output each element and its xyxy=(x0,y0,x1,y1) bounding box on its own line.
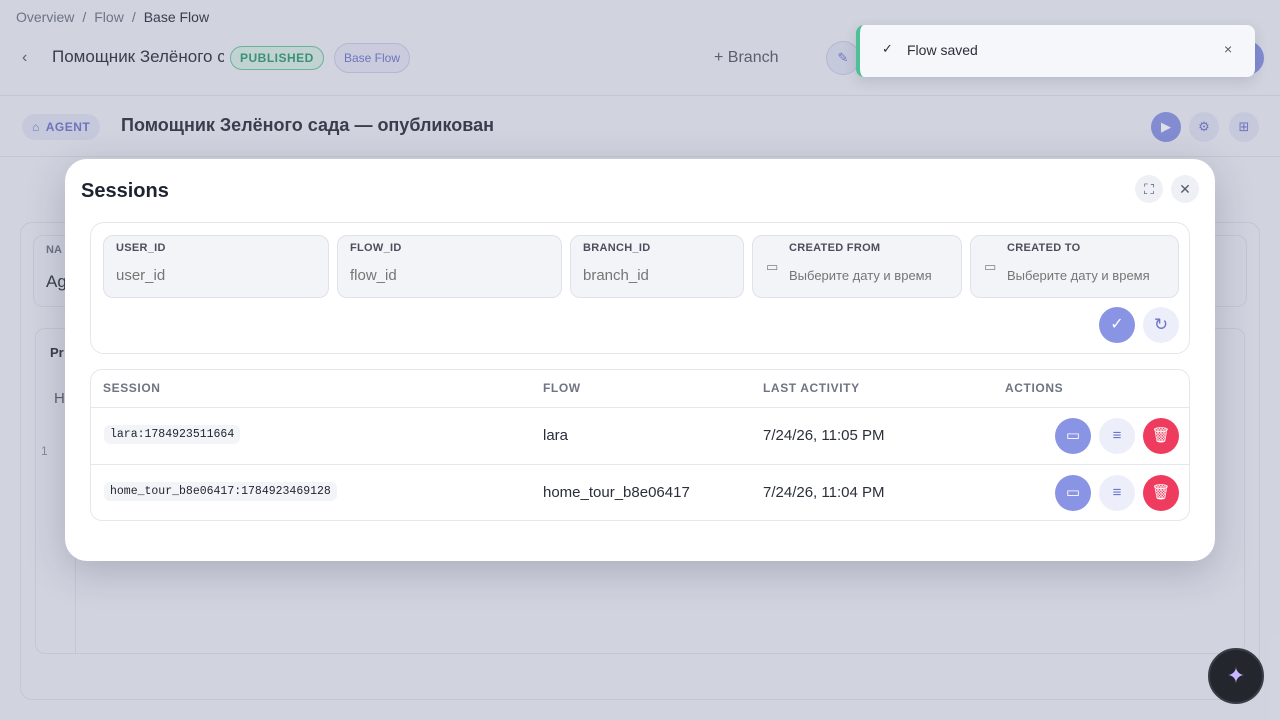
reset-filter-button[interactable]: ↻ xyxy=(1143,307,1179,343)
created-to-label: CREATED TO xyxy=(1007,242,1081,254)
created-to-input[interactable] xyxy=(1007,268,1181,283)
column-header-actions: ACTIONS xyxy=(1005,381,1064,395)
apply-filter-button[interactable]: ✓ xyxy=(1099,307,1135,343)
close-icon[interactable]: ✕ xyxy=(1171,175,1199,203)
flow-cell: home_tour_b8e06417 xyxy=(543,484,690,501)
calendar-icon: ▭ xyxy=(766,259,779,274)
table-row: lara:1784923511664 lara 7/24/26, 11:05 P… xyxy=(91,408,1189,465)
branch-id-input[interactable] xyxy=(583,267,721,284)
filter-panel: USER_ID FLOW_ID BRANCH_ID CREATED FROM ▭… xyxy=(90,222,1190,354)
chat-button[interactable]: ▭ xyxy=(1055,475,1091,511)
user-id-label: USER_ID xyxy=(116,242,166,254)
delete-button[interactable]: 🗑 xyxy=(1143,475,1179,511)
toast-message: Flow saved xyxy=(907,42,978,58)
chat-button[interactable]: ▭ xyxy=(1055,418,1091,454)
last-activity-cell: 7/24/26, 11:04 PM xyxy=(763,484,885,501)
table-row: home_tour_b8e06417:1784923469128 home_to… xyxy=(91,465,1189,520)
created-from-input[interactable] xyxy=(789,268,964,283)
trace-button[interactable]: ≡ xyxy=(1099,475,1135,511)
list-icon: ≡ xyxy=(1112,427,1122,444)
trace-button[interactable]: ≡ xyxy=(1099,418,1135,454)
created-from-label: CREATED FROM xyxy=(789,242,881,254)
created-to-field: CREATED TO ▭ xyxy=(970,235,1181,298)
list-icon: ≡ xyxy=(1112,484,1122,501)
trash-icon: 🗑 xyxy=(1151,427,1171,444)
delete-button[interactable]: 🗑 xyxy=(1143,418,1179,454)
reset-icon: ↻ xyxy=(1153,315,1169,334)
last-activity-cell: 7/24/26, 11:05 PM xyxy=(763,427,885,444)
user-id-field: USER_ID xyxy=(103,235,329,298)
flow-id-input[interactable] xyxy=(350,267,529,284)
flow-cell: lara xyxy=(543,427,569,444)
branch-id-label: BRANCH_ID xyxy=(583,242,651,254)
column-header-session: SESSION xyxy=(103,381,161,395)
created-from-field: CREATED FROM ▭ xyxy=(752,235,964,298)
chat-icon: ▭ xyxy=(1065,427,1081,444)
user-id-input[interactable] xyxy=(116,267,296,284)
session-id: lara:1784923511664 xyxy=(104,425,241,444)
session-id: home_tour_b8e06417:1784923469128 xyxy=(104,482,337,501)
assistant-launcher-button[interactable]: ✦ xyxy=(1208,648,1264,704)
check-icon: ✓ xyxy=(1110,316,1124,333)
sessions-modal: Sessions ⛶ ✕ USER_ID FLOW_ID BRANCH_ID C… xyxy=(65,159,1215,561)
branch-id-field: BRANCH_ID xyxy=(570,235,744,298)
flow-id-field: FLOW_ID xyxy=(337,235,562,298)
trash-icon: 🗑 xyxy=(1151,484,1171,501)
calendar-icon: ▭ xyxy=(984,259,997,274)
modal-title: Sessions xyxy=(81,180,169,202)
chat-icon: ▭ xyxy=(1065,484,1081,501)
sparkle-icon: ✦ xyxy=(1226,663,1246,688)
fullscreen-icon[interactable]: ⛶ xyxy=(1135,175,1163,203)
column-header-last-activity: LAST ACTIVITY xyxy=(763,381,860,395)
check-icon: ✓ xyxy=(882,41,893,56)
close-icon[interactable]: × xyxy=(1224,41,1232,57)
toast-notification: ✓ Flow saved × xyxy=(856,25,1255,77)
sessions-table: SESSION FLOW LAST ACTIVITY ACTIONS lara:… xyxy=(90,369,1190,521)
column-header-flow: FLOW xyxy=(543,381,581,395)
flow-id-label: FLOW_ID xyxy=(350,242,402,254)
